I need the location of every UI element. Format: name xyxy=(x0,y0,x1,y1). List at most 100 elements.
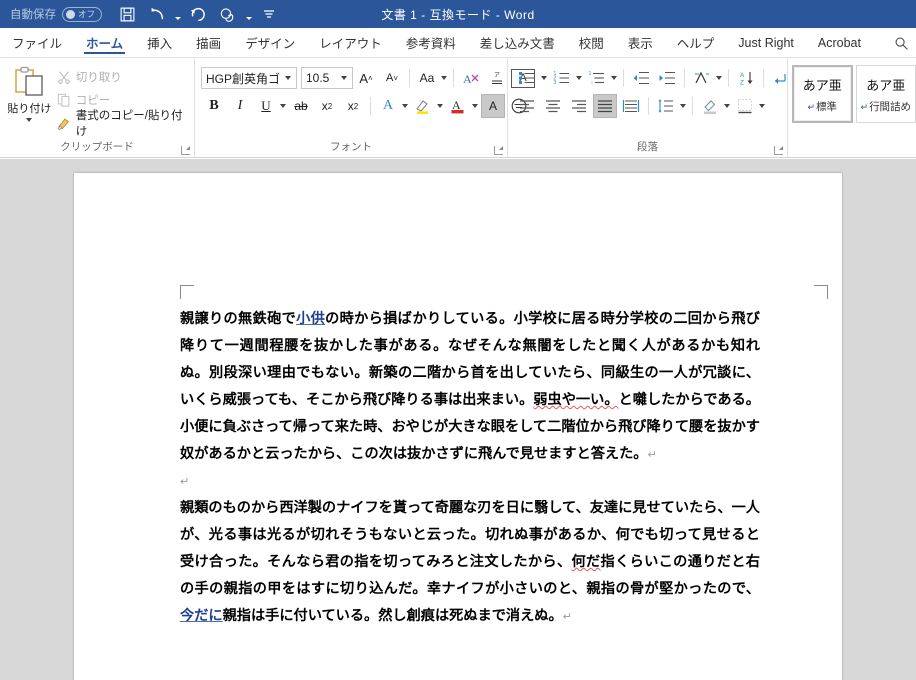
tab-references[interactable]: 参考資料 xyxy=(394,28,468,57)
shrink-font-icon[interactable]: A ˅ xyxy=(380,66,404,90)
style-card-normal[interactable]: あア亜 ↵標準 xyxy=(792,65,853,123)
paste-dropdown-caret[interactable] xyxy=(26,118,33,122)
multilevel-list-caret[interactable] xyxy=(611,76,617,80)
underline-caret[interactable] xyxy=(280,104,286,108)
hyperlink-run[interactable]: 小供 xyxy=(296,311,325,327)
save-icon[interactable] xyxy=(112,1,142,27)
underline-button[interactable]: U xyxy=(254,94,278,118)
numbering-icon[interactable]: 1 2 3 xyxy=(550,66,574,90)
distribute-button[interactable] xyxy=(619,94,643,118)
text-effects-icon[interactable]: A xyxy=(376,94,400,118)
clipboard-dialog-launcher[interactable] xyxy=(181,146,190,155)
increase-indent-icon[interactable] xyxy=(655,66,679,90)
tab-just-right[interactable]: Just Right xyxy=(726,28,806,57)
text-highlight-color-icon[interactable] xyxy=(411,94,435,118)
redo-icon[interactable] xyxy=(183,1,213,27)
style-preview-normal: あア亜 xyxy=(802,77,842,93)
paragraph-dialog-launcher[interactable] xyxy=(774,146,783,155)
margin-mark-top-right xyxy=(814,285,828,299)
character-shading-button[interactable]: A xyxy=(481,94,505,118)
align-center-button[interactable] xyxy=(541,94,565,118)
style-name-no-spacing-text: 行間詰め xyxy=(869,100,912,113)
document-paragraph[interactable]: 親類のものから西洋製のナイフを貰って奇麗な刃を日に翳して、友達に見せていたら、一… xyxy=(180,495,760,630)
superscript-button[interactable]: x2 xyxy=(341,94,365,118)
tab-home[interactable]: ホーム xyxy=(74,28,135,57)
change-case-caret[interactable] xyxy=(441,76,447,80)
italic-button[interactable]: I xyxy=(228,94,252,118)
bullets-icon[interactable] xyxy=(515,66,539,90)
customize-qat-icon[interactable] xyxy=(254,1,284,27)
style-card-no-spacing[interactable]: あア亜 ↵行間詰め xyxy=(855,65,916,123)
sort-icon[interactable]: A Z xyxy=(734,66,758,90)
strikethrough-button[interactable]: ab xyxy=(289,94,313,118)
borders-caret[interactable] xyxy=(759,104,765,108)
svg-text:A: A xyxy=(740,72,745,79)
bold-button[interactable]: B xyxy=(202,94,226,118)
svg-text:A: A xyxy=(463,72,472,86)
svg-text:ア: ア xyxy=(494,72,500,79)
line-spacing-caret[interactable] xyxy=(680,104,686,108)
svg-text:A: A xyxy=(452,98,461,112)
font-size-combo[interactable]: 10.5 xyxy=(301,67,353,89)
change-case-icon[interactable]: Aa xyxy=(415,66,439,90)
font-color-caret[interactable] xyxy=(472,104,478,108)
shading-icon[interactable] xyxy=(698,94,722,118)
font-dialog-launcher[interactable] xyxy=(494,146,503,155)
font-row-2: B I U ab x2 x2 A A A xyxy=(201,92,532,120)
bullets-caret[interactable] xyxy=(541,76,547,80)
undo-icon[interactable] xyxy=(142,1,172,27)
style-name-normal-text: 標準 xyxy=(816,100,838,113)
title-bar: 自動保存 オフ 文書 1 - 互換モード - Word xyxy=(0,0,916,28)
cut-button[interactable]: 切り取り xyxy=(54,66,189,88)
paste-button[interactable]: 貼り付け xyxy=(5,63,54,122)
tab-draw[interactable]: 描画 xyxy=(184,28,233,57)
font-size-caret[interactable] xyxy=(341,76,347,80)
document-body[interactable]: 親譲りの無鉄砲で小供の時から損ばかりしている。小学校に居る時分学校の二回から飛び… xyxy=(180,306,760,630)
font-color-icon[interactable]: A xyxy=(446,94,470,118)
justify-button[interactable] xyxy=(593,94,617,118)
tab-design[interactable]: デザイン xyxy=(233,28,307,57)
align-right-button[interactable] xyxy=(567,94,591,118)
ribbon-tab-bar: ファイル ホーム 挿入 描画 デザイン レイアウト 参考資料 差し込み文書 校閲… xyxy=(0,28,916,58)
borders-icon[interactable] xyxy=(733,94,757,118)
phonetic-alignment-caret[interactable] xyxy=(716,76,722,80)
line-spacing-icon[interactable] xyxy=(654,94,678,118)
font-name-combo[interactable]: HGP創英角ゴ xyxy=(201,67,297,89)
hyperlink-run[interactable]: 今だに xyxy=(180,608,223,624)
document-paragraph[interactable]: 親譲りの無鉄砲で小供の時から損ばかりしている。小学校に居る時分学校の二回から飛び… xyxy=(180,306,760,468)
tab-help[interactable]: ヘルプ xyxy=(665,28,727,57)
tab-layout[interactable]: レイアウト xyxy=(307,28,394,57)
text-effects-caret[interactable] xyxy=(402,104,408,108)
autosave-toggle[interactable]: オフ xyxy=(62,6,102,22)
font-name-caret[interactable] xyxy=(285,76,291,80)
subscript-button[interactable]: x2 xyxy=(315,94,339,118)
phonetic-alignment-icon[interactable] xyxy=(690,66,714,90)
undo-dropdown-caret[interactable] xyxy=(172,1,183,27)
shading-caret[interactable] xyxy=(724,104,730,108)
touch-mode-icon[interactable] xyxy=(213,1,243,27)
grow-font-icon[interactable]: A ˄ xyxy=(354,66,378,90)
multilevel-list-icon[interactable]: 1 i xyxy=(585,66,609,90)
tab-view[interactable]: 表示 xyxy=(616,28,665,57)
document-canvas[interactable]: 親譲りの無鉄砲で小供の時から損ばかりしている。小学校に居る時分学校の二回から飛び… xyxy=(0,159,916,680)
document-page[interactable]: 親譲りの無鉄砲で小供の時から損ばかりしている。小学校に居る時分学校の二回から飛び… xyxy=(74,173,842,680)
numbering-caret[interactable] xyxy=(576,76,582,80)
svg-text:i: i xyxy=(592,80,593,85)
tab-acrobat[interactable]: Acrobat xyxy=(806,28,873,57)
paragraph-mark-icon: ↵ xyxy=(180,475,190,488)
touch-mode-dropdown-caret[interactable] xyxy=(243,1,254,27)
text-highlight-caret[interactable] xyxy=(437,104,443,108)
format-painter-button[interactable]: 書式のコピー/貼り付け xyxy=(54,110,189,138)
tab-mailings[interactable]: 差し込み文書 xyxy=(468,28,567,57)
tab-file[interactable]: ファイル xyxy=(0,28,74,57)
tab-insert[interactable]: 挿入 xyxy=(135,28,184,57)
decrease-indent-icon[interactable] xyxy=(629,66,653,90)
document-paragraph[interactable]: ↵ xyxy=(180,468,760,495)
search-icon[interactable] xyxy=(892,34,910,52)
clear-formatting-icon[interactable]: A xyxy=(459,66,483,90)
svg-text:1: 1 xyxy=(589,71,592,77)
phonetic-guide-icon[interactable]: ア xyxy=(485,66,509,90)
align-left-button[interactable] xyxy=(515,94,539,118)
ribbon-group-styles: あア亜 ↵標準 あア亜 ↵行間詰め xyxy=(788,58,916,157)
tab-review[interactable]: 校閲 xyxy=(567,28,616,57)
